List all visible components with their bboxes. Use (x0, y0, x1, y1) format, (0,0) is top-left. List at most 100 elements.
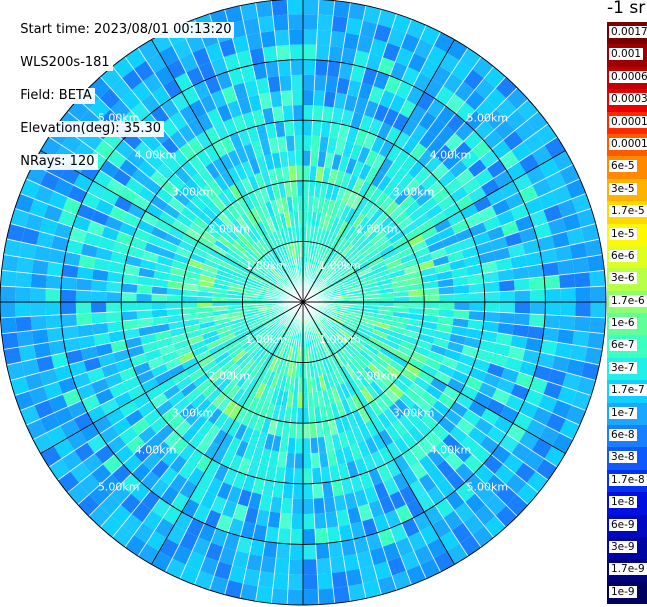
range-gate (15, 286, 31, 302)
range-gate (315, 44, 330, 61)
range-gate (303, 574, 319, 590)
range-gate (289, 44, 303, 60)
colorbar-segment: 1.7e-7 (607, 380, 647, 403)
range-gate (30, 302, 46, 317)
range-gate (1, 254, 19, 272)
range-gate (276, 44, 291, 61)
range-gate (454, 293, 470, 302)
range-gate (559, 315, 576, 331)
range-gate (545, 288, 561, 302)
range-gate (0, 302, 16, 318)
range-gate (303, 453, 312, 469)
range-ring-label: 1.00km (245, 259, 287, 272)
range-gate (76, 313, 93, 326)
range-gate (314, 528, 329, 545)
colorbar-segment: 0.00017 (607, 111, 647, 134)
colorbar-segment: 1.7e-8 (607, 469, 647, 493)
colorbar-tick-label: 1e-8 (609, 496, 637, 509)
range-gate (15, 316, 32, 333)
colorbar-tick-label: 6e-9 (609, 518, 637, 531)
instrument-name: WLS200s-181 (18, 54, 113, 71)
range-gate (333, 0, 351, 18)
range-gate (90, 302, 107, 314)
range-gate (303, 528, 316, 545)
range-ring-label: 4.00km (430, 443, 472, 456)
range-gate (30, 273, 47, 289)
colorbar-segment: 1e-6 (607, 313, 647, 336)
range-gate (293, 468, 303, 484)
range-gate (559, 273, 576, 289)
range-gate (572, 257, 590, 274)
colorbar-tick-label: 0.0001 (609, 137, 647, 150)
range-ring-label: 2.00km (209, 370, 251, 383)
range-gate (45, 302, 61, 316)
range-gate (560, 287, 576, 302)
range-gate (45, 275, 62, 290)
nrays: NRays: 120 (18, 153, 98, 170)
range-gate (292, 483, 303, 499)
field-name: Field: BETA (18, 87, 95, 104)
range-gate (1, 332, 19, 350)
colorbar-segment: 0.0001 (607, 133, 647, 157)
range-ring-label: 3.00km (172, 407, 214, 420)
colorbar-tick-label: 1.7e-5 (609, 205, 647, 218)
range-gate (314, 59, 329, 76)
range-gate (75, 302, 92, 314)
range-gate (0, 286, 16, 302)
colorbar-segment: 3e-5 (607, 178, 647, 202)
range-gate (529, 313, 546, 328)
range-ring-label: 2.00km (356, 222, 398, 235)
range-gate (287, 574, 303, 590)
range-gate (75, 290, 92, 302)
colorbar-segment: 0.0006 (607, 66, 647, 90)
range-gate (303, 150, 311, 166)
range-gate (575, 302, 591, 318)
range-gate (274, 558, 290, 575)
range-gate (303, 14, 319, 30)
range-gate (303, 589, 319, 605)
colorbar-segment: 1.7e-6 (607, 290, 647, 314)
range-gate (291, 498, 303, 515)
range-gate (287, 14, 303, 30)
range-gate (303, 468, 313, 484)
range-gate (529, 289, 546, 302)
colorbar-segment: 3e-9 (607, 536, 647, 560)
range-gate (317, 573, 334, 590)
range-gate (316, 558, 332, 575)
range-ring-label: 1.00km (319, 333, 361, 346)
range-gate (303, 483, 314, 499)
range-ring-label: 5.00km (467, 480, 509, 493)
range-gate (271, 0, 288, 16)
range-gate (271, 588, 288, 605)
start-time: Start time: 2023/08/01 00:13:20 (18, 21, 235, 38)
range-gate (258, 571, 275, 589)
colorbar-segment: 1e-5 (607, 223, 647, 246)
range-gate (272, 14, 289, 31)
range-gate (291, 74, 303, 91)
range-gate (439, 294, 455, 302)
range-gate (45, 288, 61, 302)
colorbar-segment: 0.001 (607, 44, 647, 67)
range-gate (303, 0, 319, 15)
range-ring-label: 5.00km (98, 480, 140, 493)
range-gate (277, 528, 292, 545)
colorbar-segment: 1e-7 (607, 402, 647, 426)
range-gate (544, 275, 561, 290)
range-gate (544, 314, 561, 329)
range-gate (45, 314, 62, 329)
range-ring-label: 4.00km (430, 149, 472, 162)
range-ring-label: 3.00km (172, 185, 214, 198)
range-gate (16, 330, 34, 347)
range-gate (290, 528, 303, 545)
colorbar-tick-label: 0.00017 (609, 115, 647, 128)
range-gate (136, 302, 152, 311)
colorbar-segment: 1e-8 (607, 492, 647, 515)
range-gate (258, 15, 275, 33)
range-gate (277, 59, 292, 76)
range-gate (303, 544, 317, 560)
range-ring-label: 1.00km (319, 259, 361, 272)
range-gate (314, 75, 327, 92)
range-gate (514, 290, 531, 302)
range-gate (303, 513, 315, 530)
colorbar: 0.0017 0.001 0.0006 0.0003 0.00017 0.0001 6e-5… (607, 22, 647, 605)
